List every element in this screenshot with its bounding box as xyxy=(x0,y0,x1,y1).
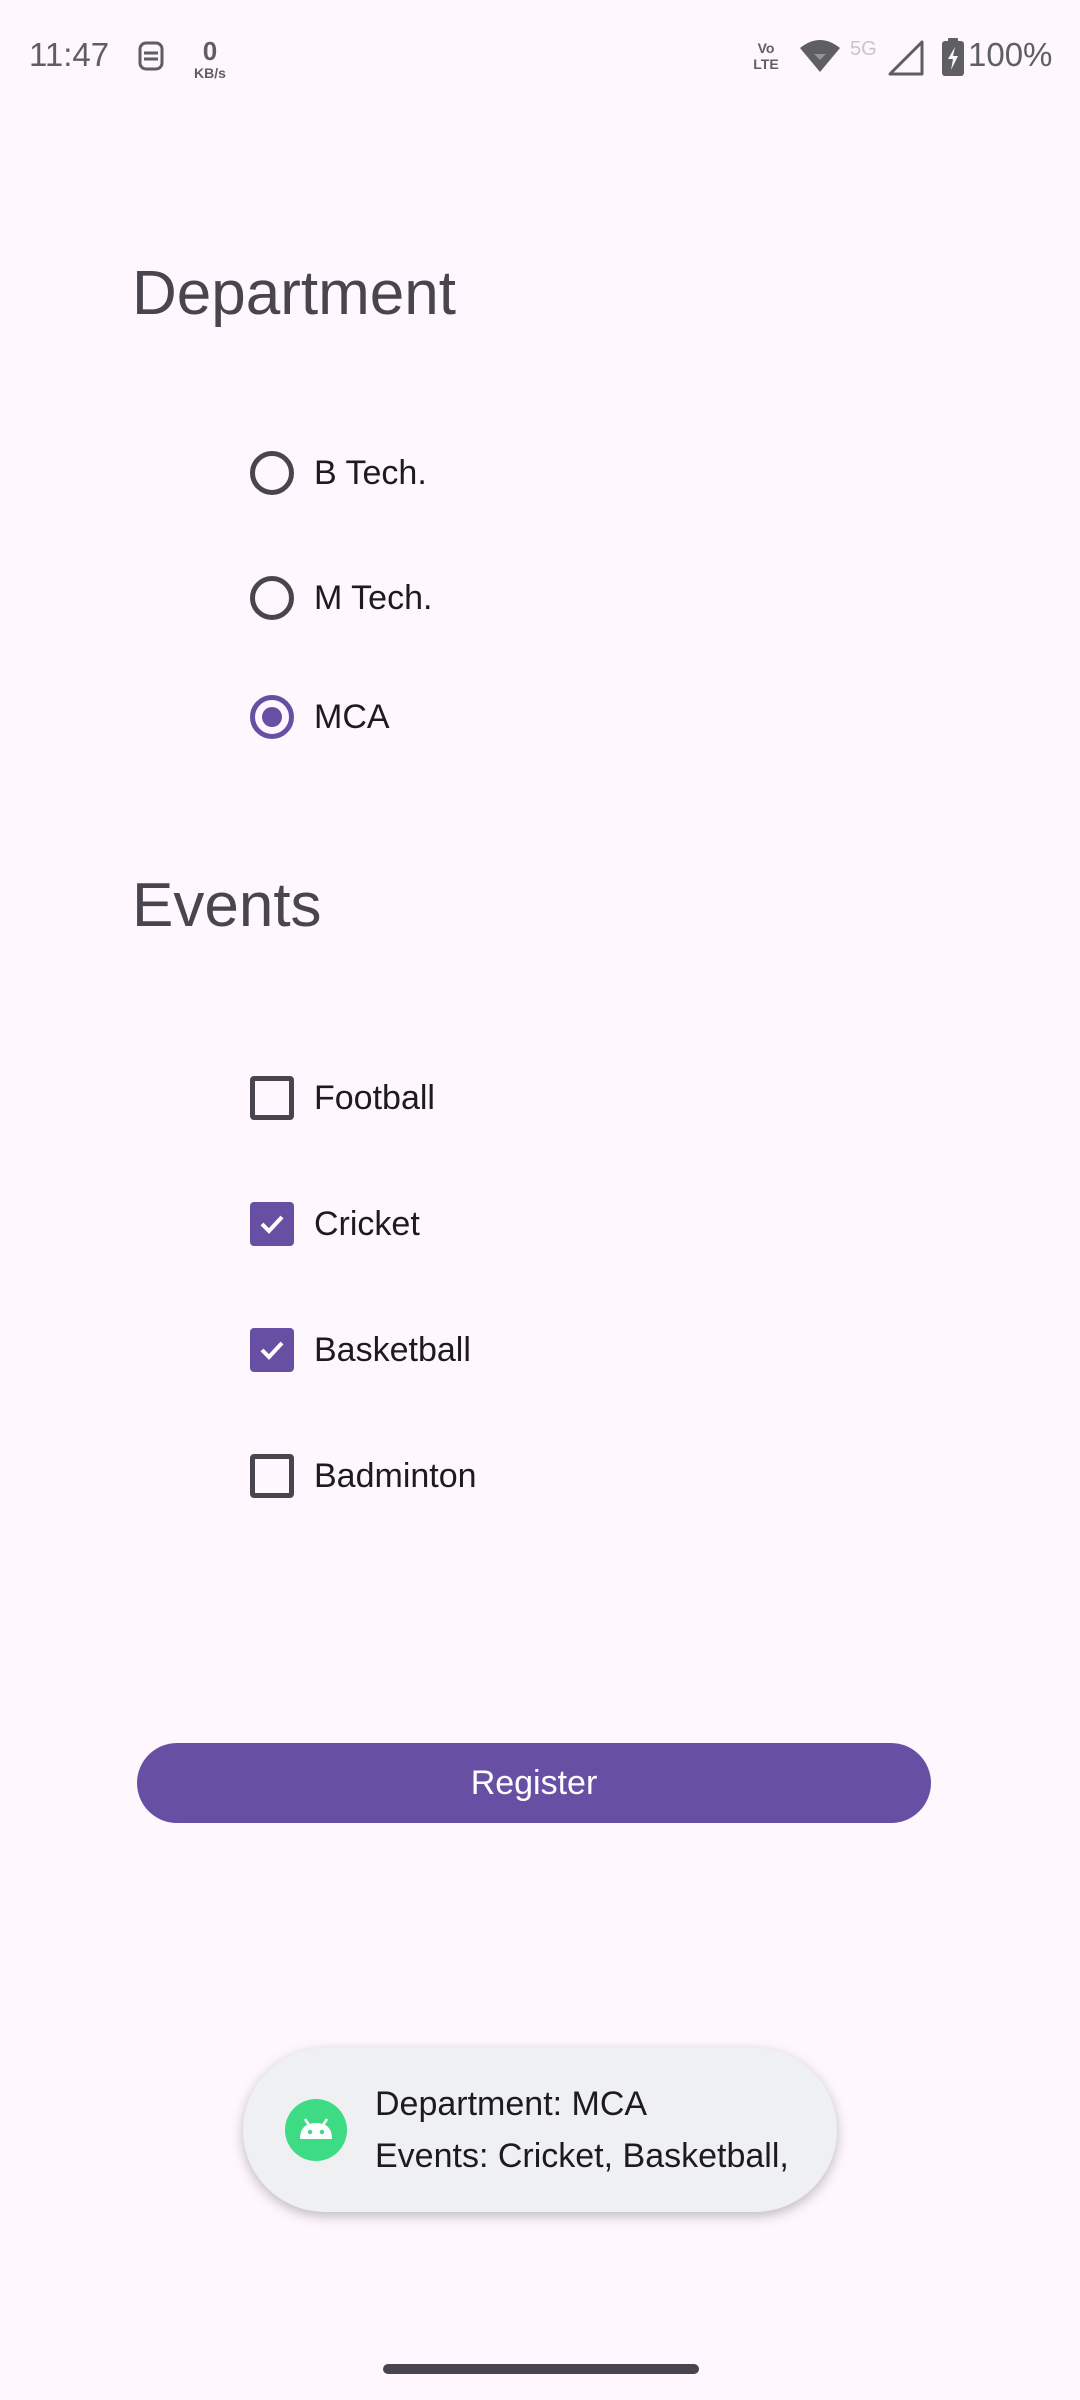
checkbox-label: Cricket xyxy=(314,1204,420,1243)
network-speed-unit: KB/s xyxy=(194,65,226,81)
checkbox-option-badminton[interactable]: Badminton xyxy=(250,1446,477,1506)
checkbox-checked[interactable] xyxy=(250,1328,294,1372)
radio-button[interactable] xyxy=(250,576,294,620)
volte-line2: LTE xyxy=(753,56,779,72)
network-speed: 0 KB/s xyxy=(186,38,234,80)
volte-icon: Vo LTE xyxy=(748,40,784,72)
checkbox-checked[interactable] xyxy=(250,1202,294,1246)
android-app-icon xyxy=(285,2099,347,2161)
checkbox[interactable] xyxy=(250,1076,294,1120)
radio-label: B Tech. xyxy=(314,453,427,492)
checkbox-label: Badminton xyxy=(314,1456,477,1495)
toast-text: Department: MCA Events: Cricket, Basketb… xyxy=(375,2078,789,2182)
checkbox-option-basketball[interactable]: Basketball xyxy=(250,1320,471,1380)
toast-message: Department: MCA Events: Cricket, Basketb… xyxy=(243,2048,837,2212)
status-time: 11:47 xyxy=(29,36,110,73)
radio-label: MCA xyxy=(314,697,390,736)
checkmark-icon xyxy=(260,1341,284,1360)
checkbox[interactable] xyxy=(250,1454,294,1498)
battery-percentage: 100% xyxy=(968,36,1053,73)
radio-option-mca[interactable]: MCA xyxy=(250,687,390,747)
toast-line-events: Events: Cricket, Basketball, xyxy=(375,2137,789,2175)
network-type: 5G xyxy=(850,38,877,60)
department-title: Department xyxy=(132,259,456,328)
radio-option-mtech[interactable]: M Tech. xyxy=(250,568,432,628)
radio-button-selected[interactable] xyxy=(250,695,294,739)
radio-label: M Tech. xyxy=(314,578,433,617)
checkbox-option-cricket[interactable]: Cricket xyxy=(250,1194,420,1254)
events-title: Events xyxy=(132,871,322,940)
wifi-icon xyxy=(800,40,840,72)
network-speed-value: 0 xyxy=(202,36,218,66)
register-button[interactable]: Register xyxy=(137,1743,931,1823)
radio-button[interactable] xyxy=(250,451,294,495)
toast-line-department: Department: MCA xyxy=(375,2085,648,2123)
battery-icon xyxy=(942,38,964,76)
checkmark-icon xyxy=(260,1215,284,1234)
checkbox-label: Basketball xyxy=(314,1330,471,1369)
signal-icon xyxy=(888,40,924,76)
volte-line1: Vo xyxy=(757,40,775,56)
checkbox-option-football[interactable]: Football xyxy=(250,1068,435,1128)
sim-icon xyxy=(138,41,164,71)
radio-option-btech[interactable]: B Tech. xyxy=(250,443,427,503)
home-indicator[interactable] xyxy=(383,2364,699,2374)
checkbox-label: Football xyxy=(314,1078,435,1117)
